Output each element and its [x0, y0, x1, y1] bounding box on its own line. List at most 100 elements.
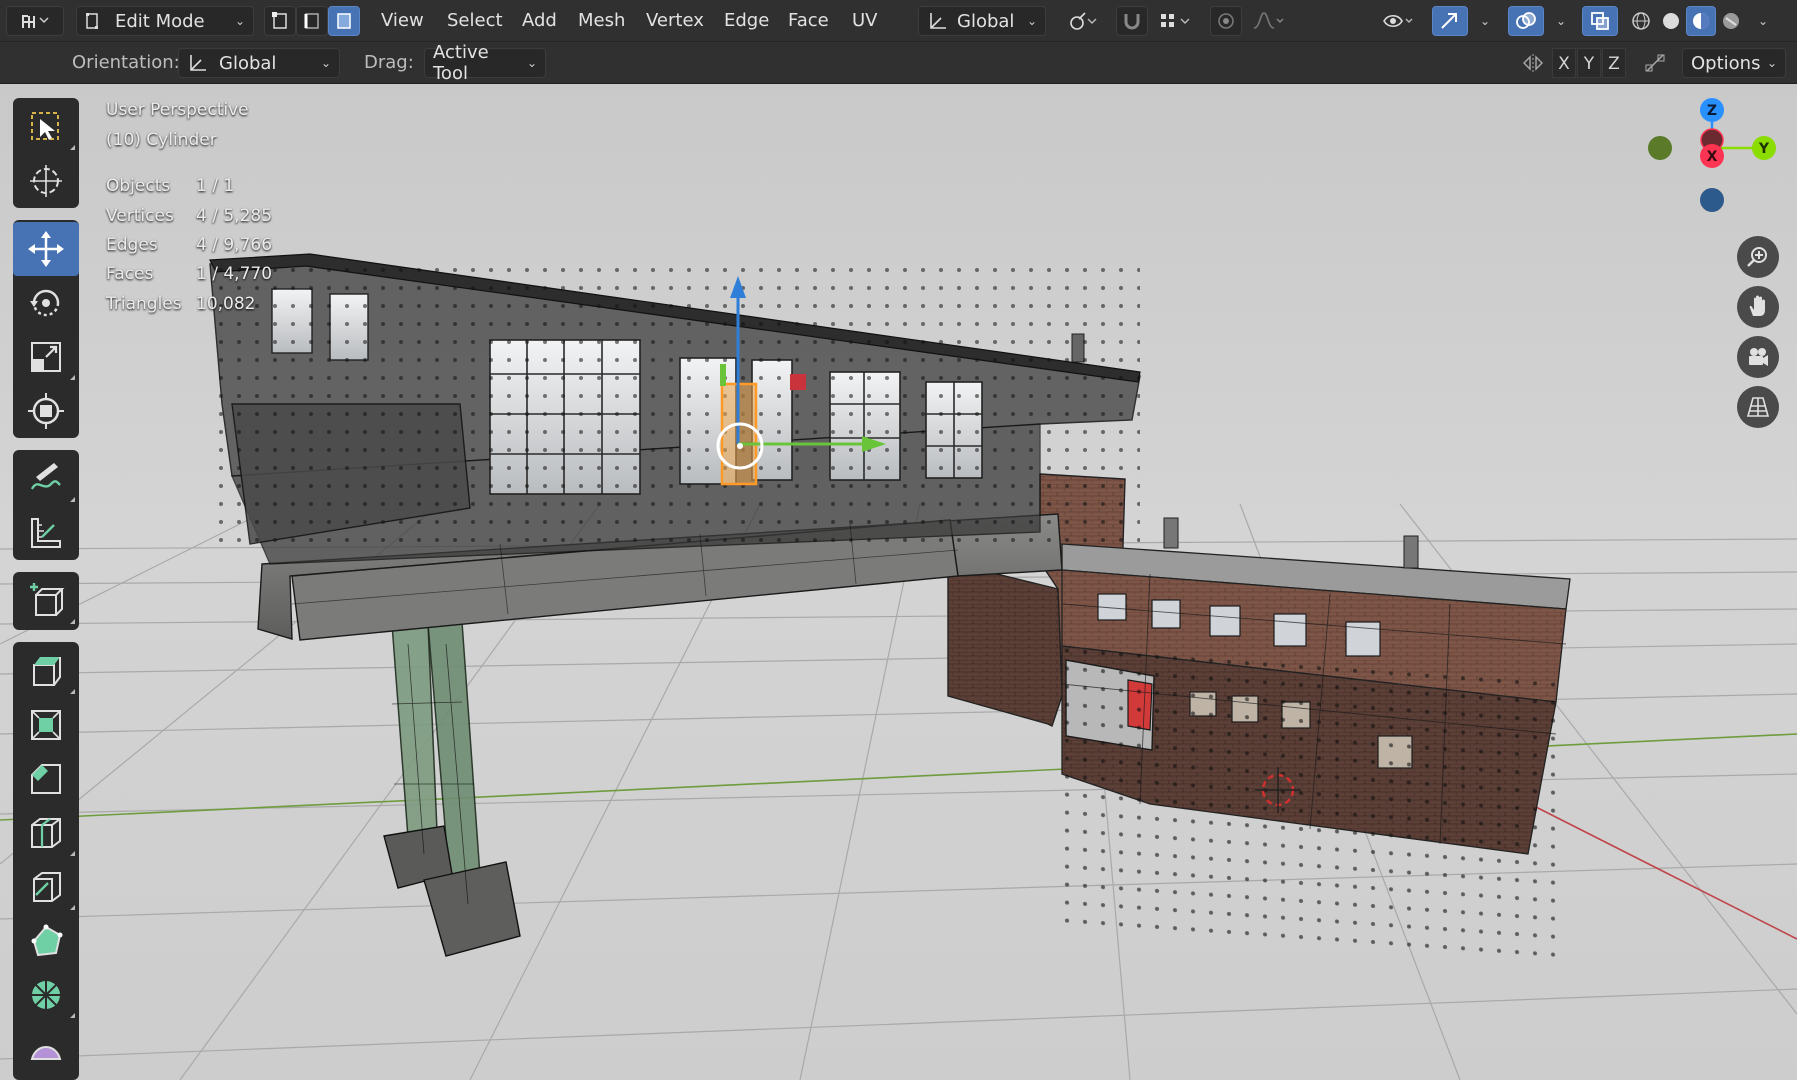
- vertex-select-button[interactable]: [264, 6, 296, 36]
- shading-material-button[interactable]: [1686, 6, 1716, 36]
- gizmo-dropdown[interactable]: ⌄: [1470, 6, 1494, 36]
- topology-mirror-toggle[interactable]: [1640, 48, 1670, 78]
- cursor-grid-icon: [22, 15, 49, 28]
- gizmo-neg-y-ball[interactable]: [1648, 136, 1672, 160]
- mode-label: Edit Mode: [115, 10, 205, 32]
- camera-view-button[interactable]: [1737, 336, 1779, 378]
- tool-transform[interactable]: [13, 384, 79, 438]
- tool-select-box[interactable]: [13, 100, 79, 154]
- menu-add[interactable]: Add: [518, 6, 561, 36]
- spin-icon: [32, 981, 60, 1009]
- tool-rotate[interactable]: [13, 276, 79, 330]
- transform-orientation-dropdown[interactable]: Global ⌄: [918, 6, 1046, 36]
- shading-solid-button[interactable]: [1656, 6, 1686, 36]
- tool-cursor[interactable]: [13, 154, 79, 208]
- tool-poly-build[interactable]: [13, 914, 79, 968]
- inset-icon: [31, 710, 61, 740]
- pivot-point-icon: [1070, 12, 1097, 30]
- mirror-axis-z[interactable]: Z: [1602, 48, 1626, 78]
- face-select-button[interactable]: [328, 6, 360, 36]
- chevron-down-icon: ⌄: [1766, 56, 1777, 70]
- tool-inset[interactable]: [13, 698, 79, 752]
- menu-select[interactable]: Select: [443, 6, 507, 36]
- stat-objects-value: 1 / 1: [196, 176, 235, 196]
- overlay-circles-icon: [1516, 12, 1536, 29]
- scene-canvas[interactable]: [0, 84, 1797, 1080]
- mirror-axis-y[interactable]: Y: [1577, 48, 1601, 78]
- rendered-shading-icon: [1723, 13, 1739, 29]
- shading-wireframe-button[interactable]: [1626, 6, 1656, 36]
- mirror-toggle[interactable]: [1518, 48, 1548, 78]
- options-dropdown[interactable]: Options ⌄: [1682, 48, 1786, 78]
- editor-type-button[interactable]: [6, 6, 64, 36]
- eye-icon: [1383, 14, 1413, 28]
- stat-vertices-label: Vertices: [106, 206, 174, 226]
- add-cube-icon: [30, 583, 65, 616]
- transform-icon: [28, 393, 64, 429]
- magnet-icon: [1124, 14, 1140, 30]
- snap-target-button[interactable]: [1150, 6, 1200, 36]
- navigation-gizmo[interactable]: Z X Y: [1636, 94, 1786, 224]
- mode-dropdown[interactable]: Edit Mode ⌄: [76, 6, 254, 36]
- menu-vertex[interactable]: Vertex: [642, 6, 708, 36]
- tool-submenu-indicator: [70, 689, 75, 694]
- tool-annotate[interactable]: [13, 452, 79, 506]
- orientation-field-label: Orientation:: [72, 52, 180, 73]
- menu-view[interactable]: View: [377, 6, 428, 36]
- perspective-toggle-button[interactable]: [1737, 386, 1779, 428]
- drag-dropdown[interactable]: Active Tool ⌄: [424, 42, 546, 84]
- stat-edges-label: Edges: [106, 235, 158, 255]
- pivot-point-button[interactable]: [1058, 6, 1106, 36]
- shading-dropdown[interactable]: ⌄: [1748, 6, 1772, 36]
- tool-spin[interactable]: [13, 968, 79, 1022]
- gizmo-neg-z-ball[interactable]: [1700, 188, 1724, 212]
- tool-add-cube[interactable]: [13, 574, 79, 628]
- tool-loop-cut[interactable]: [13, 806, 79, 860]
- menu-mesh[interactable]: Mesh: [574, 6, 629, 36]
- orientation-dropdown[interactable]: Global ⌄: [178, 48, 340, 78]
- pan-button[interactable]: [1737, 286, 1779, 328]
- menu-uv[interactable]: UV: [848, 6, 882, 36]
- proportional-editing-toggle[interactable]: [1210, 6, 1242, 36]
- zoom-icon: [1747, 247, 1767, 267]
- snap-toggle[interactable]: [1116, 6, 1148, 36]
- gizmo-y-label: Y: [1758, 141, 1770, 157]
- xray-toggle[interactable]: [1582, 6, 1618, 36]
- tool-move[interactable]: [13, 222, 79, 276]
- tool-submenu-indicator: [70, 851, 75, 856]
- overlay-toggle[interactable]: [1508, 6, 1544, 36]
- tool-smooth[interactable]: [13, 1022, 79, 1076]
- menu-edge[interactable]: Edge: [720, 6, 773, 36]
- edge-select-button[interactable]: [296, 6, 328, 36]
- tool-measure[interactable]: [13, 506, 79, 560]
- rotate-icon: [30, 289, 60, 317]
- stat-faces-label: Faces: [106, 264, 154, 284]
- proportional-editing-icon: [1218, 13, 1234, 29]
- tool-extrude[interactable]: [13, 644, 79, 698]
- zoom-button[interactable]: [1737, 236, 1779, 278]
- camera-icon: [1749, 348, 1768, 366]
- tool-submenu-indicator: [70, 1013, 75, 1018]
- selectability-visibility-button[interactable]: [1376, 6, 1420, 36]
- extrude-icon: [33, 657, 61, 686]
- edge-select-icon: [304, 13, 319, 29]
- tool-bevel[interactable]: [13, 752, 79, 806]
- falloff-button[interactable]: [1244, 6, 1294, 36]
- 3d-viewport[interactable]: User Perspective (10) Cylinder Objects 1…: [0, 84, 1797, 1080]
- loop-cut-icon: [31, 818, 61, 848]
- tool-submenu-indicator: [70, 145, 75, 150]
- gizmo-toggle[interactable]: [1432, 6, 1468, 36]
- topology-mirror-icon: [1645, 54, 1665, 72]
- overlay-dropdown[interactable]: ⌄: [1546, 6, 1570, 36]
- gizmo-z-label: Z: [1707, 103, 1717, 119]
- active-object-label: (10) Cylinder: [106, 130, 217, 150]
- scale-icon: [31, 342, 61, 372]
- tool-knife[interactable]: [13, 860, 79, 914]
- menu-face[interactable]: Face: [784, 6, 833, 36]
- tool-scale[interactable]: [13, 330, 79, 384]
- chevron-down-icon: ⌄: [1555, 14, 1567, 28]
- shading-rendered-button[interactable]: [1716, 6, 1746, 36]
- chevron-down-icon: ⌄: [1026, 14, 1037, 28]
- mirror-axis-x[interactable]: X: [1552, 48, 1576, 78]
- tool-submenu-indicator: [70, 619, 75, 624]
